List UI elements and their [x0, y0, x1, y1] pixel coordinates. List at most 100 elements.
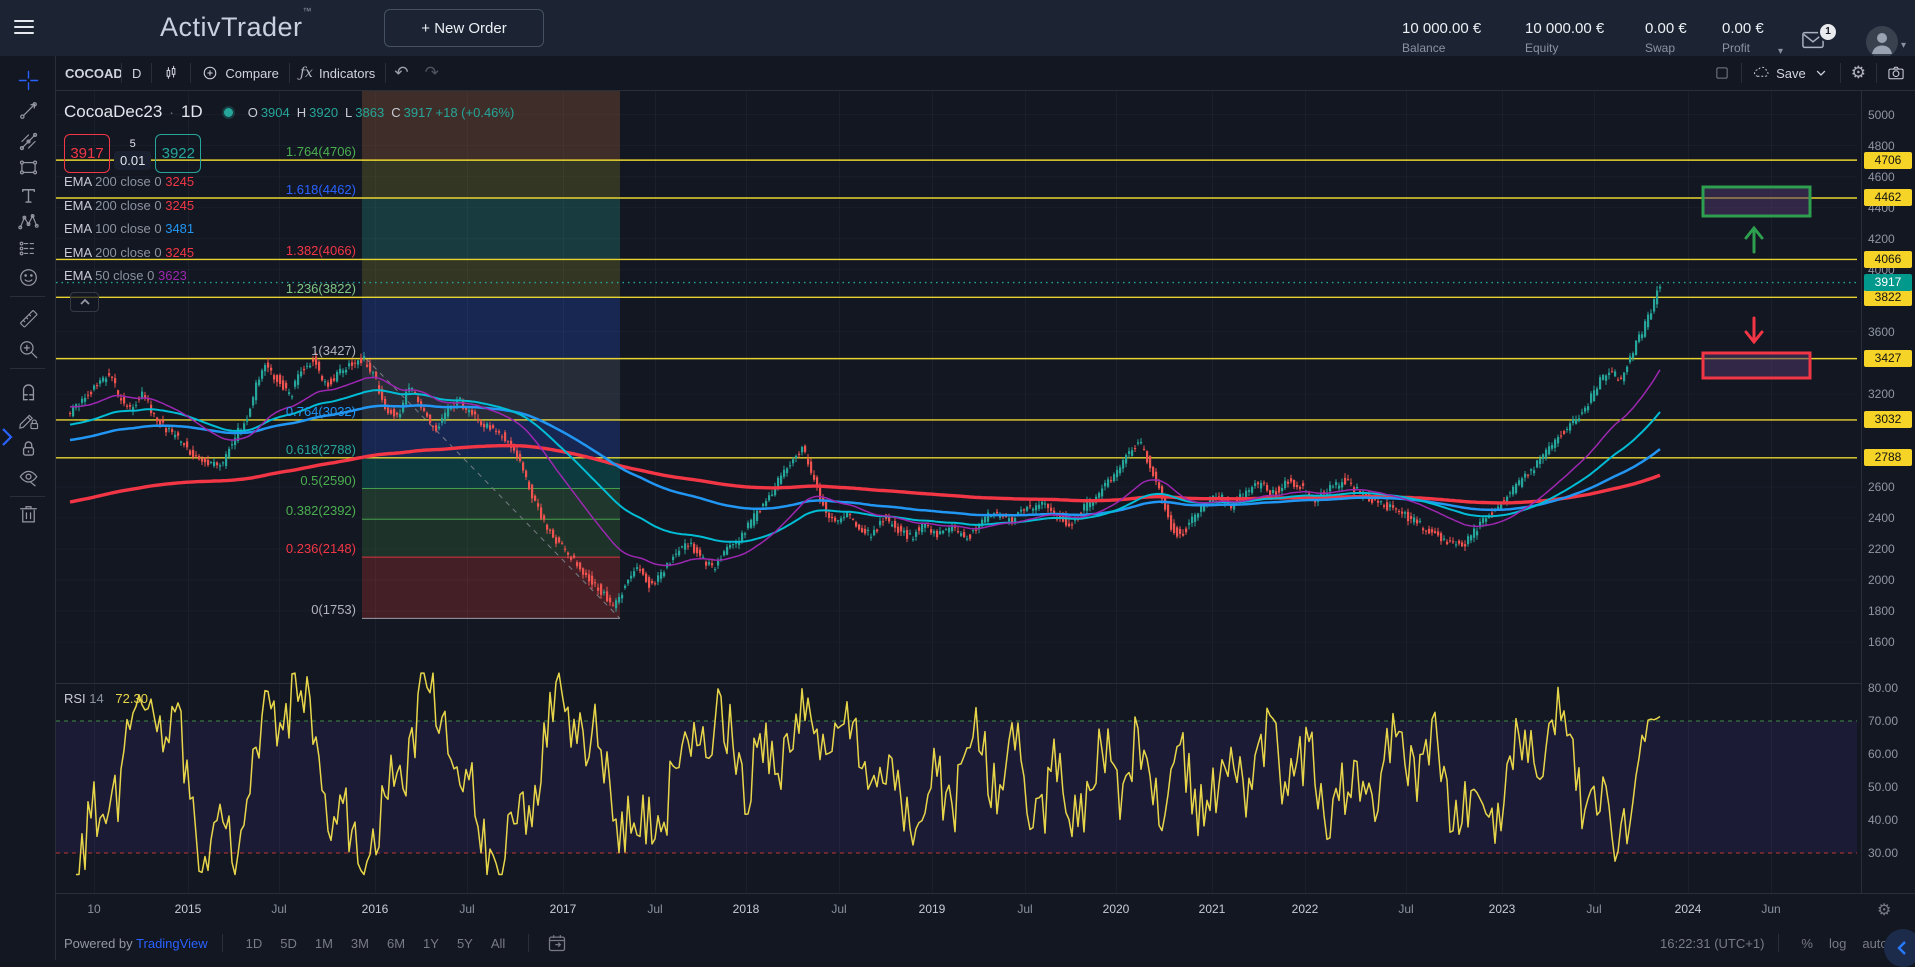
collapse-corner-button[interactable]: [1884, 929, 1915, 967]
stat-label: Swap: [1645, 41, 1687, 55]
timeframe-3m[interactable]: 3M: [342, 936, 378, 951]
sell-bid-button[interactable]: 3917: [64, 134, 110, 173]
fib-level-label: 0.236(2148): [160, 541, 356, 556]
ema-legend-row: EMA 200 close 0 3245: [64, 198, 194, 222]
magnet-tool[interactable]: [14, 377, 42, 405]
fib-level-label: 0.764(3032): [160, 404, 356, 419]
time-axis[interactable]: ⚙ 102015Jul2016Jul2017Jul2018Jul2019Jul2…: [55, 893, 1915, 927]
crosshair-tool[interactable]: [14, 66, 42, 94]
ema-params: 100 close 0: [95, 221, 162, 236]
rectangle-shape-tool[interactable]: [14, 153, 42, 181]
legend-symbol: CocoaDec23: [64, 102, 162, 122]
price-axis[interactable]: 5000480046004400420040003600320026002400…: [1861, 90, 1915, 926]
chart-style-button[interactable]: [152, 64, 190, 82]
price-level-badge: 2788: [1864, 449, 1912, 466]
price-axis-tick: 1800: [1868, 604, 1895, 618]
legend-interval: 1D: [181, 102, 203, 122]
fib-level-label: 0(1753): [160, 602, 356, 617]
time-axis-label: Jul: [459, 902, 474, 916]
layout-square-icon[interactable]: [1703, 64, 1741, 82]
time-axis-label: Jul: [1017, 902, 1032, 916]
indicators-button[interactable]: ƒx Indicators: [290, 65, 385, 81]
price-level-badge: 4066: [1864, 251, 1912, 268]
zoom-in-tool[interactable]: [14, 335, 42, 363]
save-button[interactable]: Save: [1742, 64, 1840, 82]
time-axis-label: Jul: [1586, 902, 1601, 916]
time-axis-label: 2018: [733, 902, 760, 916]
text-tool[interactable]: [14, 181, 42, 209]
toolbar-divider: [10, 496, 45, 497]
ema-legend-row: EMA 200 close 0 3245: [64, 174, 194, 198]
time-axis-label: 2024: [1675, 902, 1702, 916]
price-axis-tick: 2200: [1868, 542, 1895, 556]
ruler-tool[interactable]: [14, 304, 42, 332]
drawing-lock-tool[interactable]: [14, 405, 42, 433]
price-level-badge: 3032: [1864, 411, 1912, 428]
interval-button[interactable]: D: [122, 66, 151, 81]
compare-button[interactable]: Compare: [191, 64, 288, 82]
time-axis-label: 2019: [919, 902, 946, 916]
undo-button[interactable]: ↶: [386, 63, 416, 83]
timeframe-5y[interactable]: 5Y: [448, 936, 482, 951]
time-axis-label: 2020: [1103, 902, 1130, 916]
new-order-button[interactable]: + New Order: [384, 9, 544, 47]
gann-fibonacci-tool[interactable]: [14, 127, 42, 155]
fib-level-label: 0.5(2590): [160, 473, 356, 488]
scale-log[interactable]: log: [1821, 936, 1854, 951]
chevron-down-icon: [1812, 64, 1830, 82]
price-axis-tick: 2400: [1868, 511, 1895, 525]
price-level-badge: 4462: [1864, 189, 1912, 206]
timeframe-all[interactable]: All: [482, 936, 514, 951]
legend-collapse-button[interactable]: [70, 292, 99, 312]
buy-ask-button[interactable]: 3922: [155, 134, 201, 173]
account-stat-swap: 0.00 €Swap: [1645, 20, 1687, 55]
account-menu-caret[interactable]: ▾: [1901, 40, 1906, 51]
price-axis-tick: 2600: [1868, 480, 1895, 494]
user-avatar[interactable]: [1866, 26, 1898, 58]
ema-legend-row: EMA 100 close 0 3481: [64, 221, 194, 245]
menu-icon[interactable]: [14, 20, 34, 36]
app-logo: ActivTrader™: [160, 12, 312, 43]
time-axis-label: Jun: [1761, 902, 1780, 916]
snapshot-camera-icon[interactable]: [1877, 64, 1915, 82]
price-axis-tick: 2000: [1868, 573, 1895, 587]
ema-value: 3245: [165, 198, 194, 213]
drawing-toolbar: [0, 56, 56, 960]
session-clock[interactable]: 16:22:31 (UTC+1): [1660, 936, 1764, 951]
cloud-icon: [1752, 64, 1770, 82]
timezone-settings-icon[interactable]: ⚙: [1877, 900, 1891, 920]
last-price-badge: 3917: [1864, 274, 1912, 291]
forecast-tool[interactable]: [14, 234, 42, 262]
notification-badge: 1: [1818, 22, 1838, 42]
stat-value: 10 000.00 €: [1402, 20, 1481, 37]
time-axis-label: 2015: [175, 902, 202, 916]
mail-icon[interactable]: 1: [1800, 29, 1826, 56]
fib-level-label: 1(3427): [160, 343, 356, 358]
timeframe-6m[interactable]: 6M: [378, 936, 414, 951]
scale-percent[interactable]: %: [1793, 936, 1821, 951]
hide-drawings-tool[interactable]: [14, 463, 42, 491]
symbol-button[interactable]: COCOADEC23: [55, 66, 121, 81]
tradingview-link[interactable]: TradingView: [136, 936, 208, 951]
time-axis-label: 2021: [1199, 902, 1226, 916]
redo-button[interactable]: ↷: [417, 63, 447, 83]
time-axis-label: 2017: [550, 902, 577, 916]
xabcd-pattern-tool[interactable]: [14, 208, 42, 236]
timeframe-5d[interactable]: 5D: [271, 936, 306, 951]
go-to-date-icon[interactable]: [547, 933, 567, 953]
ema-name: EMA: [64, 174, 91, 189]
ema-name: EMA: [64, 198, 91, 213]
watchlist-expand-chevron[interactable]: [0, 426, 14, 448]
price-axis-tick: 1600: [1868, 635, 1895, 649]
lock-all-drawings-tool[interactable]: [14, 434, 42, 462]
rsi-axis-tick: 70.00: [1868, 714, 1898, 728]
timeframe-1y[interactable]: 1Y: [414, 936, 448, 951]
trend-line-tool[interactable]: [14, 96, 42, 124]
chart-settings-gear-icon[interactable]: ⚙: [1841, 63, 1876, 83]
price-axis-tick: 3600: [1868, 325, 1895, 339]
remove-drawings-tool[interactable]: [14, 500, 42, 528]
timeframe-1m[interactable]: 1M: [306, 936, 342, 951]
emoji-tool[interactable]: [14, 263, 42, 291]
timeframe-1d[interactable]: 1D: [237, 936, 272, 951]
indicator-legend: EMA 200 close 0 3245EMA 200 close 0 3245…: [64, 174, 194, 292]
